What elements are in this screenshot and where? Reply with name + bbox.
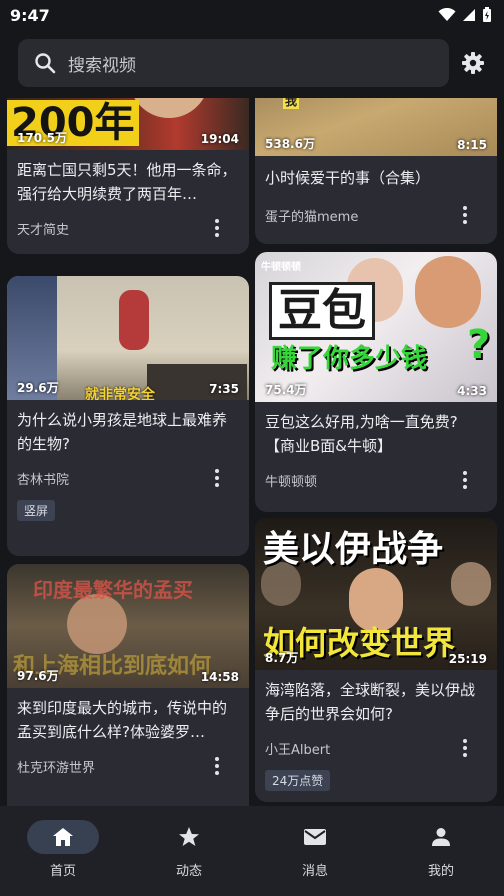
video-card[interactable]: 就非常安全 29.6万 7:35 为什么说小男孩是地球上最难养的生物? 杏林书院…	[7, 276, 249, 556]
thumbnail-overlay-text: ?	[467, 322, 491, 368]
author-name: 杜克环游世界	[17, 760, 96, 776]
video-card[interactable]: 200年 170.5万 19:04 距离亡国只剩5天！他用一条命，强行给大明续费…	[7, 98, 249, 254]
video-thumbnail: 就非常安全 29.6万 7:35	[7, 276, 249, 400]
more-options-button[interactable]	[463, 206, 467, 224]
author-name: 天才简史	[17, 222, 70, 238]
search-placeholder: 搜索视频	[68, 55, 136, 76]
video-card[interactable]: 牛顿顿顿 豆包 赚了你多少钱 ? 75.4万 4:33 豆包这么好用,为啥一直免…	[255, 252, 497, 512]
status-bar: 9:47	[0, 0, 504, 30]
more-options-button[interactable]	[463, 471, 467, 489]
star-icon	[179, 827, 199, 846]
video-duration: 25:19	[448, 652, 487, 666]
bottom-navigation: 首页 动态 消息 我的	[0, 806, 504, 896]
more-options-button[interactable]	[215, 469, 219, 487]
video-duration: 8:15	[457, 138, 487, 152]
nav-item-home[interactable]: 首页	[0, 806, 126, 896]
thumbnail-overlay-text: 赚了你多少钱	[271, 344, 428, 374]
more-options-button[interactable]	[215, 219, 219, 237]
thumbnail-overlay-text: 我	[283, 98, 300, 109]
video-thumbnail: 200年 170.5万 19:04	[7, 98, 249, 150]
video-tag-badge: 竖屏	[17, 500, 56, 521]
view-count: 538.6万	[265, 137, 315, 151]
view-count: 29.6万	[17, 381, 59, 395]
gear-icon	[462, 52, 484, 74]
video-feed[interactable]: 200年 170.5万 19:04 距离亡国只剩5天！他用一条命，强行给大明续费…	[0, 98, 504, 806]
wifi-icon	[438, 8, 456, 21]
video-title: 为什么说小男孩是地球上最难养的生物?	[17, 411, 228, 453]
author-name: 牛顿顿顿	[265, 474, 318, 490]
video-title: 来到印度最大的城市，传说中的孟买到底什么样?体验婆罗…	[17, 699, 228, 741]
view-count: 75.4万	[265, 383, 307, 397]
nav-label: 我的	[427, 864, 454, 879]
channel-watermark: 牛顿顿顿	[261, 262, 301, 273]
video-thumbnail: 牛顿顿顿 豆包 赚了你多少钱 ? 75.4万 4:33	[255, 252, 497, 402]
search-row: 搜索视频	[18, 38, 490, 88]
more-options-button[interactable]	[463, 739, 467, 757]
nav-item-messages[interactable]: 消息	[252, 806, 378, 896]
status-icons	[438, 7, 492, 23]
video-title: 海湾陷落，全球断裂，美以伊战争后的世界会如何?	[265, 681, 476, 723]
more-options-button[interactable]	[215, 757, 219, 775]
thumbnail-overlay-text: 美以伊战争	[263, 529, 444, 570]
video-title: 豆包这么好用,为啥一直免费?【商业B面&牛顿】	[265, 413, 458, 455]
thumbnail-overlay-text: 豆包	[269, 282, 375, 340]
battery-icon	[483, 7, 491, 22]
nav-label: 首页	[49, 864, 76, 879]
video-duration: 14:58	[200, 670, 239, 684]
person-icon	[432, 828, 450, 846]
settings-button[interactable]	[461, 51, 485, 75]
video-thumbnail: 我 538.6万 8:15	[255, 98, 497, 156]
view-count: 8.7万	[265, 651, 299, 665]
mail-icon	[304, 829, 326, 845]
status-time: 9:47	[10, 5, 50, 25]
thumbnail-overlay-text: 就非常安全	[85, 387, 155, 400]
author-name: 小王Albert	[265, 742, 331, 758]
nav-item-profile[interactable]: 我的	[378, 806, 504, 896]
nav-label: 动态	[175, 864, 202, 879]
video-duration: 7:35	[209, 382, 239, 396]
thumbnail-overlay-text: 印度最繁华的孟买	[33, 578, 193, 602]
author-name: 杏林书院	[17, 472, 70, 488]
author-name: 蛋子的猫meme	[265, 209, 359, 225]
video-title: 小时候爱干的事（合集）	[265, 169, 431, 187]
nav-label: 消息	[301, 864, 328, 879]
video-thumbnail: 印度最繁华的孟买 和上海相比到底如何 97.6万 14:58	[7, 564, 249, 688]
video-duration: 4:33	[457, 384, 487, 398]
video-title: 距离亡国只剩5天！他用一条命，强行给大明续费了两百年…	[17, 161, 237, 203]
search-input[interactable]: 搜索视频	[18, 39, 449, 87]
video-card[interactable]: 我 538.6万 8:15 小时候爱干的事（合集） 蛋子的猫meme	[255, 98, 497, 244]
nav-item-feed[interactable]: 动态	[126, 806, 252, 896]
signal-icon	[463, 9, 475, 21]
video-card[interactable]: 印度最繁华的孟买 和上海相比到底如何 97.6万 14:58 来到印度最大的城市…	[7, 564, 249, 806]
home-icon	[53, 828, 73, 846]
video-duration: 19:04	[200, 132, 239, 146]
view-count: 97.6万	[17, 669, 59, 683]
view-count: 170.5万	[17, 131, 67, 145]
search-icon	[35, 53, 56, 74]
video-thumbnail: 美以伊战争 如何改变世界 8.7万 25:19	[255, 518, 497, 670]
likes-badge: 24万点赞	[265, 770, 331, 791]
video-card[interactable]: 美以伊战争 如何改变世界 8.7万 25:19 海湾陷落，全球断裂，美以伊战争后…	[255, 518, 497, 802]
